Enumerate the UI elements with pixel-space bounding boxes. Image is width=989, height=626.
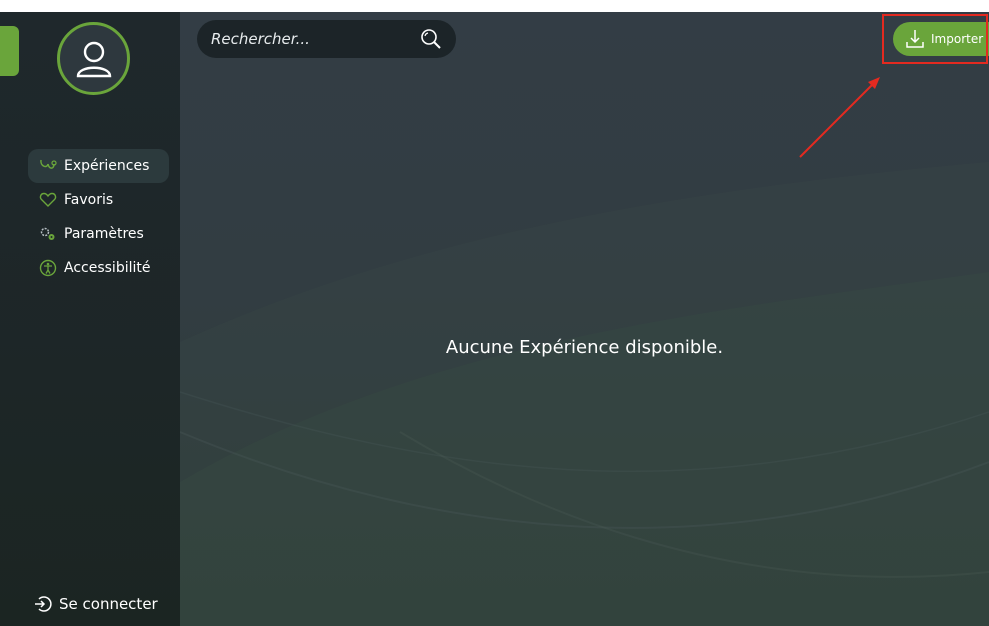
search-input[interactable] bbox=[211, 30, 420, 48]
sidebar-item-label: Accessibilité bbox=[64, 260, 151, 276]
app-window: Expériences Favoris Paramètres Accessibi… bbox=[0, 12, 989, 626]
sidebar: Expériences Favoris Paramètres Accessibi… bbox=[0, 12, 180, 626]
user-icon bbox=[76, 41, 111, 77]
login-icon bbox=[34, 595, 52, 613]
empty-state-message: Aucune Expérience disponible. bbox=[445, 337, 724, 358]
login-button[interactable]: Se connecter bbox=[34, 595, 158, 613]
annotation-highlight-box bbox=[882, 14, 988, 64]
accessibility-icon bbox=[38, 259, 58, 277]
stethoscope-icon bbox=[38, 157, 58, 175]
heart-icon bbox=[38, 191, 58, 209]
sidebar-item-favoris[interactable]: Favoris bbox=[28, 183, 169, 217]
sidebar-item-label: Paramètres bbox=[64, 226, 144, 242]
sidebar-item-accessibilite[interactable]: Accessibilité bbox=[28, 251, 169, 285]
sidebar-item-parametres[interactable]: Paramètres bbox=[28, 217, 169, 251]
sidebar-nav: Expériences Favoris Paramètres Accessibi… bbox=[28, 149, 169, 285]
sidebar-item-label: Favoris bbox=[64, 192, 114, 208]
sidebar-item-experiences[interactable]: Expériences bbox=[28, 149, 169, 183]
search-bar bbox=[197, 20, 456, 58]
sidebar-toggle-tab[interactable] bbox=[0, 26, 19, 76]
gears-icon bbox=[38, 225, 58, 243]
search-icon[interactable] bbox=[420, 28, 442, 50]
user-avatar[interactable] bbox=[57, 22, 130, 95]
annotation-arrow bbox=[799, 77, 880, 158]
sidebar-item-label: Expériences bbox=[64, 158, 150, 174]
login-label: Se connecter bbox=[59, 595, 158, 613]
